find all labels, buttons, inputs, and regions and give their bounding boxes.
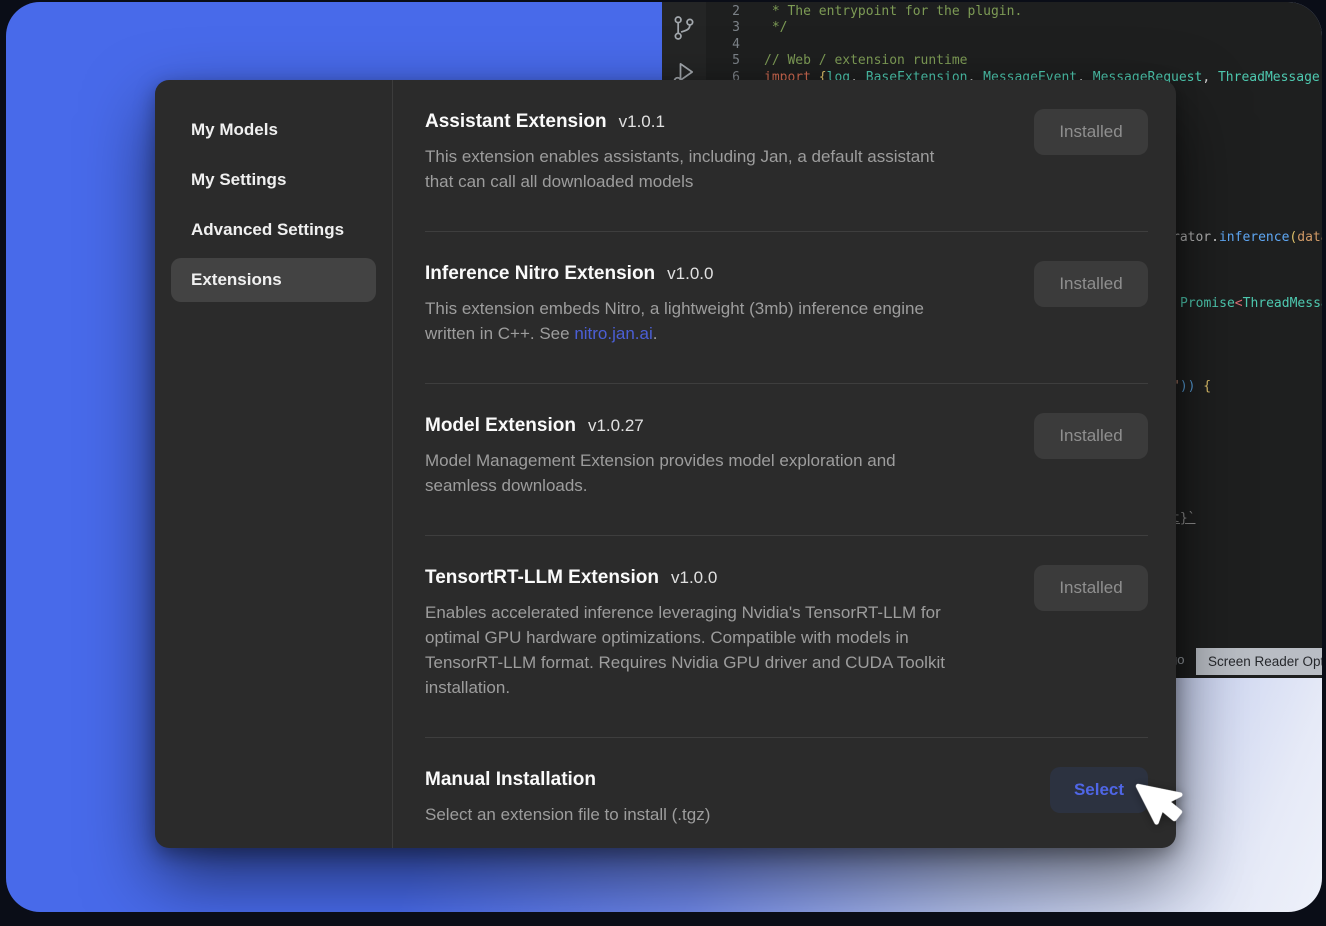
extension-row: Model Extension v1.0.27 Model Management E… (425, 384, 1148, 536)
extension-info: Inference Nitro Extension v1.0.0 This exte… (425, 261, 924, 346)
settings-panel: My Models My Settings Advanced Settings Ext… (155, 80, 1176, 848)
description-text: This extension enables assistants, inclu… (425, 147, 934, 166)
code-token: , (1202, 70, 1218, 85)
extension-description: Model Management Extension provides mode… (425, 448, 896, 498)
code-token: rator (1172, 230, 1211, 245)
extension-description: Enables accelerated inference leveraging… (425, 600, 945, 700)
code-token: , (1320, 70, 1322, 85)
extension-description: This extension enables assistants, inclu… (425, 144, 934, 194)
extension-title: Inference Nitro Extension (425, 261, 655, 287)
description-text: seamless downloads. (425, 476, 588, 495)
installed-button[interactable]: Installed (1034, 413, 1148, 459)
installed-button[interactable]: Installed (1034, 261, 1148, 307)
code-token: Promise (1180, 296, 1235, 311)
extension-title: Manual Installation (425, 767, 596, 793)
installed-button[interactable]: Installed (1034, 109, 1148, 155)
description-text: TensorRT-LLM format. Requires Nvidia GPU… (425, 653, 945, 672)
description-text: written in C++. See (425, 324, 574, 343)
code-text: // Web / extension runtime (764, 53, 968, 69)
description-text: Select an extension file to install (.tg… (425, 805, 710, 824)
extension-title: Assistant Extension (425, 109, 607, 135)
extension-version: v1.0.0 (671, 565, 717, 591)
extension-row: TensortRT-LLM Extension v1.0.0 Enables acc… (425, 536, 1148, 738)
code-line: 2 * The entrypoint for the plugin. (706, 4, 1322, 20)
extension-title-row: Inference Nitro Extension v1.0.0 (425, 261, 924, 287)
sidebar-item-extensions[interactable]: Extensions (171, 258, 376, 302)
line-number: 3 (706, 20, 740, 36)
hero-background: 2 * The entrypoint for the plugin.3 */45… (6, 2, 1322, 912)
nitro-link[interactable]: nitro.jan.ai (574, 324, 652, 343)
code-fragment: ")) { (1172, 379, 1211, 394)
extension-title-row: Manual Installation (425, 767, 710, 793)
description-text: installation. (425, 678, 510, 697)
extension-title: TensortRT-LLM Extension (425, 565, 659, 591)
extension-info: Assistant Extension v1.0.1 This extension … (425, 109, 934, 194)
code-text: */ (764, 20, 787, 36)
source-control-icon[interactable] (670, 14, 698, 42)
description-text: This extension embeds Nitro, a lightweig… (425, 299, 924, 318)
screen-reader-optimized-tab[interactable]: Screen Reader Optimized (1196, 648, 1322, 675)
code-fragment: Promise<ThreadMessage> (1180, 296, 1322, 311)
code-fragment: rator.inference(data)); (1172, 230, 1322, 245)
code-line: 4 (706, 37, 1322, 53)
code-token: { (1195, 379, 1211, 394)
code-token: )) (1180, 379, 1196, 394)
extension-title-row: Assistant Extension v1.0.1 (425, 109, 934, 135)
extension-info: Model Extension v1.0.27 Model Management E… (425, 413, 896, 498)
code-area: 2 * The entrypoint for the plugin.3 */45… (706, 4, 1322, 86)
sidebar-item-advanced-settings[interactable]: Advanced Settings (171, 208, 376, 252)
extension-info: Manual Installation Select an extension f… (425, 767, 710, 827)
select-button[interactable]: Select (1050, 767, 1148, 813)
code-token: // Web / extension runtime (764, 53, 968, 68)
code-token: */ (764, 20, 787, 35)
extension-row: Assistant Extension v1.0.1 This extension … (425, 80, 1148, 232)
code-line: 3 */ (706, 20, 1322, 36)
description-text: that can call all downloaded models (425, 172, 693, 191)
extension-title-row: TensortRT-LLM Extension v1.0.0 (425, 565, 945, 591)
extension-version: v1.0.1 (619, 109, 665, 135)
code-token: inference (1219, 230, 1289, 245)
description-text: optimal GPU hardware optimizations. Comp… (425, 628, 909, 647)
extension-description: Select an extension file to install (.tg… (425, 802, 710, 827)
extensions-list: Assistant Extension v1.0.1 This extension … (393, 80, 1176, 848)
code-text: * The entrypoint for the plugin. (764, 4, 1022, 20)
settings-sidebar: My Models My Settings Advanced Settings Ext… (155, 80, 393, 848)
extension-version: v1.0.0 (667, 261, 713, 287)
extension-info: TensortRT-LLM Extension v1.0.0 Enables acc… (425, 565, 945, 700)
line-number: 4 (706, 37, 740, 53)
code-token: * The entrypoint for the plugin. (764, 4, 1022, 19)
code-token: ThreadMessage (1243, 296, 1322, 311)
code-token: ThreadMessage (1218, 70, 1320, 85)
extension-title-row: Model Extension v1.0.27 (425, 413, 896, 439)
description-text: Enables accelerated inference leveraging… (425, 603, 941, 622)
extension-row: Manual Installation Select an extension f… (425, 738, 1148, 848)
screenshot-stage: 2 * The entrypoint for the plugin.3 */45… (0, 0, 1326, 926)
extension-description: This extension embeds Nitro, a lightweig… (425, 296, 924, 346)
sidebar-item-my-models[interactable]: My Models (171, 108, 376, 152)
extension-title: Model Extension (425, 413, 576, 439)
code-token: data (1297, 230, 1322, 245)
code-token: . (1211, 230, 1219, 245)
description-text: Model Management Extension provides mode… (425, 451, 896, 470)
code-token: < (1235, 296, 1243, 311)
line-number: 5 (706, 53, 740, 69)
installed-button[interactable]: Installed (1034, 565, 1148, 611)
description-text: . (653, 324, 658, 343)
extension-row: Inference Nitro Extension v1.0.0 This exte… (425, 232, 1148, 384)
sidebar-item-my-settings[interactable]: My Settings (171, 158, 376, 202)
line-number: 2 (706, 4, 740, 20)
code-line: 5 // Web / extension runtime (706, 53, 1322, 69)
extension-version: v1.0.27 (588, 413, 644, 439)
